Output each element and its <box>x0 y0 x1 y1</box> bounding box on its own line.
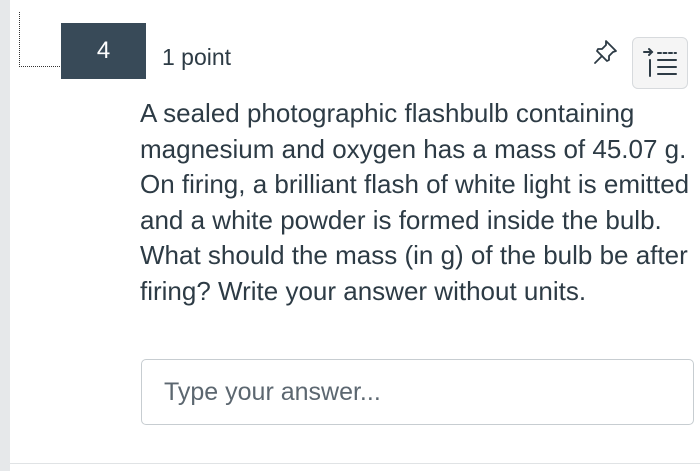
question-bracket <box>19 12 60 67</box>
question-number-badge: 4 <box>61 23 146 79</box>
question-text: A sealed photographic flashbulb containi… <box>140 98 690 306</box>
quiz-question-page: 4 1 point A sealed photographic flashbul… <box>0 0 700 471</box>
bottom-divider <box>10 463 700 464</box>
answer-input[interactable] <box>141 359 694 425</box>
pushpin-icon[interactable] <box>592 38 620 66</box>
reading-list-icon <box>643 48 677 77</box>
reading-list-button[interactable] <box>632 37 688 89</box>
left-border <box>0 0 10 471</box>
question-number: 4 <box>96 37 111 64</box>
question-points: 1 point <box>162 44 232 70</box>
